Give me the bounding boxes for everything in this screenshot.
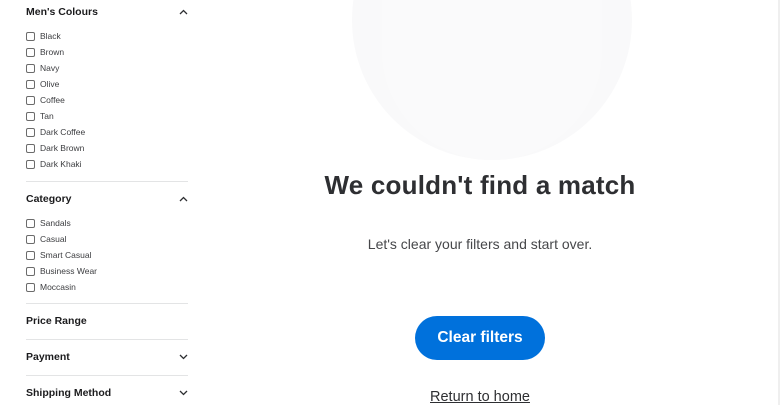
- divider: [26, 303, 188, 304]
- option-label: Tan: [40, 111, 54, 121]
- empty-results-panel: We couldn't find a match Let's clear you…: [202, 0, 780, 405]
- option-label: Dark Coffee: [40, 127, 86, 137]
- no-match-subtext: Let's clear your filters and start over.: [367, 236, 593, 252]
- option-label: Brown: [40, 47, 65, 57]
- filter-option-dark-brown[interactable]: Dark Brown: [26, 140, 188, 156]
- checkbox[interactable]: [26, 250, 35, 260]
- section-title-colours: Men's Colours: [26, 6, 98, 18]
- shipping-section-header[interactable]: Shipping Method: [26, 383, 188, 403]
- filter-option-olive[interactable]: Olive: [26, 76, 188, 92]
- checkbox[interactable]: [26, 95, 35, 105]
- filter-option-business-wear[interactable]: Business Wear: [26, 263, 188, 279]
- chevron-down-icon[interactable]: [178, 388, 188, 398]
- no-match-heading: We couldn't find a match: [324, 170, 636, 200]
- category-section-header[interactable]: Category: [26, 189, 188, 209]
- filter-section-category: Category Sandals Casual Smart Casual Bus…: [26, 189, 188, 295]
- payment-section-header[interactable]: Payment: [26, 347, 188, 367]
- checkbox[interactable]: [26, 234, 35, 244]
- checkbox[interactable]: [26, 127, 35, 137]
- divider: [26, 375, 188, 376]
- price-range-section-header[interactable]: Price Range: [26, 311, 188, 331]
- filter-section-price-range: Price Range: [26, 311, 188, 331]
- colours-section-header[interactable]: Men's Colours: [26, 2, 188, 22]
- filter-option-dark-coffee[interactable]: Dark Coffee: [26, 124, 188, 140]
- checkbox[interactable]: [26, 47, 35, 57]
- filter-option-casual[interactable]: Casual: [26, 231, 188, 247]
- filter-option-moccasin[interactable]: Moccasin: [26, 279, 188, 295]
- divider: [26, 181, 188, 182]
- option-label: Smart Casual: [40, 250, 92, 260]
- checkbox[interactable]: [26, 266, 35, 276]
- filter-option-smart-casual[interactable]: Smart Casual: [26, 247, 188, 263]
- filter-option-navy[interactable]: Navy: [26, 60, 188, 76]
- checkbox[interactable]: [26, 31, 35, 41]
- filter-option-sandals[interactable]: Sandals: [26, 215, 188, 231]
- filter-option-black[interactable]: Black: [26, 28, 188, 44]
- option-label: Moccasin: [40, 282, 76, 292]
- filter-section-payment: Payment: [26, 347, 188, 367]
- filter-section-shipping: Shipping Method: [26, 383, 188, 403]
- option-label: Sandals: [40, 218, 71, 228]
- checkbox[interactable]: [26, 111, 35, 121]
- option-label: Olive: [40, 79, 60, 89]
- filter-section-colours: Men's Colours Black Brown Navy Olive Cof…: [26, 2, 188, 172]
- chevron-down-icon[interactable]: [178, 352, 188, 362]
- section-title-category: Category: [26, 193, 72, 205]
- clear-filters-button[interactable]: Clear filters: [415, 316, 545, 360]
- filter-option-brown[interactable]: Brown: [26, 44, 188, 60]
- filter-sidebar: Men's Colours Black Brown Navy Olive Cof…: [0, 0, 202, 405]
- option-label: Dark Khaki: [40, 159, 82, 169]
- option-label: Casual: [40, 234, 67, 244]
- option-label: Black: [40, 31, 61, 41]
- checkbox[interactable]: [26, 282, 35, 292]
- section-title-payment: Payment: [26, 351, 70, 363]
- filter-option-dark-khaki[interactable]: Dark Khaki: [26, 156, 188, 172]
- option-label: Coffee: [40, 95, 65, 105]
- chevron-up-icon[interactable]: [178, 7, 188, 17]
- option-label: Dark Brown: [40, 143, 85, 153]
- section-title-shipping: Shipping Method: [26, 387, 112, 399]
- checkbox[interactable]: [26, 79, 35, 89]
- option-label: Navy: [40, 63, 60, 73]
- chevron-up-icon[interactable]: [178, 194, 188, 204]
- checkbox[interactable]: [26, 143, 35, 153]
- checkbox[interactable]: [26, 63, 35, 73]
- filter-option-tan[interactable]: Tan: [26, 108, 188, 124]
- checkbox[interactable]: [26, 159, 35, 169]
- checkbox[interactable]: [26, 218, 35, 228]
- option-label: Business Wear: [40, 266, 98, 276]
- return-to-home-link[interactable]: Return to home: [202, 389, 758, 405]
- filter-option-coffee[interactable]: Coffee: [26, 92, 188, 108]
- divider: [26, 339, 188, 340]
- section-title-price-range: Price Range: [26, 315, 87, 327]
